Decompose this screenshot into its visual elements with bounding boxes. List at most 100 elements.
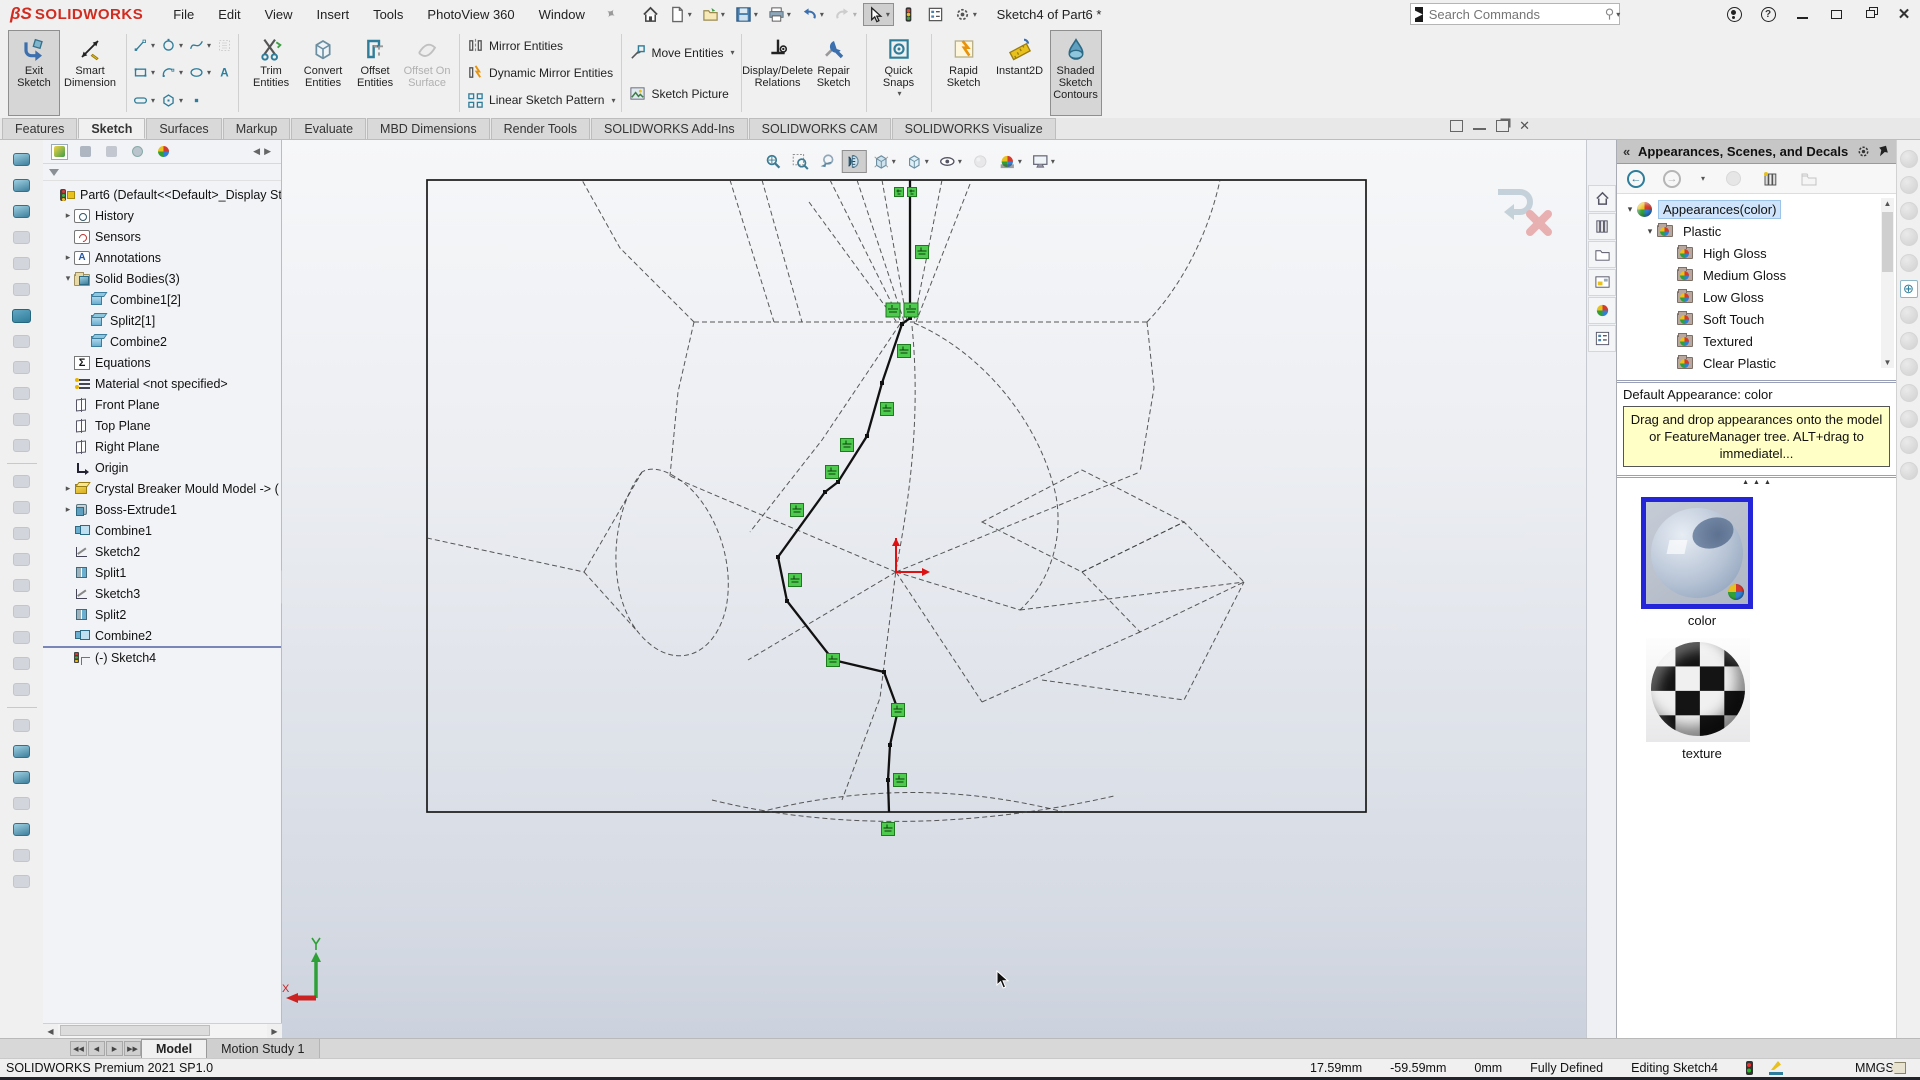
appearance-thumbnail-color[interactable]: color [1641,497,1896,628]
tab-model[interactable]: Model [141,1039,207,1058]
scroll-right-icon[interactable]: ▶ [267,1024,282,1038]
tab-display-manager[interactable] [155,144,172,160]
rebuild-icon[interactable] [896,3,921,26]
tab-feature-tree[interactable] [51,144,68,160]
expand-icon[interactable]: ▸ [62,483,74,494]
user-account-icon[interactable] [1726,6,1742,22]
appearance-tool-icon-11[interactable] [1900,410,1918,428]
tree-item-combine2[interactable]: Combine2 [43,331,281,352]
close-icon[interactable]: ✕ [1896,6,1912,22]
file-explorer-icon[interactable] [1588,241,1616,268]
tree-item-part6-default-default-display-sta[interactable]: Part6 (Default<<Default>_Display Sta [43,184,281,205]
tree-item-sketch3[interactable]: Sketch3 [43,583,281,604]
print-icon-caret[interactable]: ▾ [787,10,791,19]
options-list-icon[interactable] [923,3,948,26]
display-style-icon[interactable]: ▾ [902,150,933,173]
tree-item-sketch4[interactable]: (-) Sketch4 [43,646,281,667]
tree-item-split1[interactable]: Split1 [43,562,281,583]
expand-icon[interactable]: ▸ [62,504,74,515]
undo-icon[interactable]: ▾ [797,3,828,26]
tree-item-front-plane[interactable]: Front Plane [43,394,281,415]
dynamic-mirror-button[interactable]: Dynamic Mirror Entities [466,64,615,82]
home-icon[interactable] [638,3,663,26]
convert-entities-button[interactable]: Convert Entities [297,30,349,116]
search-icon[interactable]: ⚲ [1605,6,1615,22]
settings-gear-icon[interactable]: ▾ [950,3,981,26]
tab-dimxpert-manager[interactable] [129,144,146,160]
search-caret-icon[interactable]: ▾ [1616,10,1620,19]
minimize-icon[interactable] [1794,6,1810,22]
graphics-viewport[interactable]: X ▾▾▾▾▾ [282,140,1586,1038]
scroll-down-icon[interactable]: ▼ [1881,358,1894,367]
expand-icon[interactable]: ▸ [62,252,74,263]
appearance-tool-icon-9[interactable] [1900,358,1918,376]
hide-show-items-icon[interactable]: ▾ [935,150,966,173]
open-library-icon[interactable] [1761,169,1781,189]
tree-item-split2[interactable]: Split2 [43,604,281,625]
tree-item-right-plane[interactable]: Right Plane [43,436,281,457]
first-tab-icon[interactable]: ◀◀ [70,1041,87,1056]
view-settings-icon[interactable]: ▾ [1028,150,1059,173]
appearance-tool-icon-8[interactable] [1900,332,1918,350]
tree-tab-scroll-arrows[interactable]: ◀▶ [253,146,275,157]
appearance-item-medium-gloss[interactable]: Medium Gloss [1617,264,1896,286]
apply-scene-icon[interactable]: ▾ [995,150,1026,173]
trim-entities-button[interactable]: Trim Entities [245,30,297,116]
rapid-sketch-button[interactable]: Rapid Sketch [938,30,990,116]
tab-solidworks-add-ins[interactable]: SOLIDWORKS Add-Ins [591,118,748,139]
tab-render-tools[interactable]: Render Tools [491,118,590,139]
appearance-tool-icon-5[interactable] [1900,254,1918,272]
appearance-item-clear-plastic[interactable]: Clear Plastic [1617,352,1896,374]
view-settings-icon-caret[interactable]: ▾ [1051,157,1055,166]
undo-icon-caret[interactable]: ▾ [820,10,824,19]
appearances-scenes-icon[interactable] [1588,297,1616,324]
sketch-rectangle-icon[interactable]: ▾ [131,59,157,86]
expand-icon[interactable]: ▾ [1623,204,1637,215]
select-icon-caret[interactable]: ▾ [886,10,890,19]
sketch-canvas[interactable]: X [282,140,1586,1038]
cascade-windows-icon[interactable] [1862,6,1878,22]
display-delete-relations-button[interactable]: Display/Delete Relations [748,30,808,116]
apply-scene-icon-caret[interactable]: ▾ [1018,157,1022,166]
tree-item-sketch2[interactable]: Sketch2 [43,541,281,562]
new-document-icon[interactable]: ▾ [665,3,696,26]
move-entities-caret-icon[interactable]: ▾ [731,48,735,57]
offset-entities-button[interactable]: Offset Entities [349,30,401,116]
lofted-surface-icon[interactable] [9,200,35,223]
zoom-fit-icon[interactable] [761,150,786,173]
tab-features[interactable]: Features [2,118,77,139]
tab-markup[interactable]: Markup [223,118,291,139]
appearance-thumbnail-texture[interactable]: texture [1641,638,1896,761]
appearance-tool-icon-4[interactable] [1900,228,1918,246]
sketch-tool-icon[interactable] [9,818,35,841]
view-palette-icon[interactable] [1588,269,1616,296]
zoom-area-icon[interactable] [788,150,813,173]
tab-evaluate[interactable]: Evaluate [291,118,366,139]
appearances-scrollbar[interactable]: ▲ ▼ [1881,198,1894,368]
shaded-sketch-contours-button[interactable]: Shaded Sketch Contours [1050,30,1102,116]
prev-tab-icon[interactable]: ◀ [88,1041,105,1056]
previous-view-icon[interactable] [815,150,840,173]
repair-sketch-button[interactable]: Repair Sketch [808,30,860,116]
restore-icon[interactable] [1828,6,1844,22]
quick-snaps-button[interactable]: Quick Snaps ▾ [873,30,925,116]
tab-solidworks-visualize[interactable]: SOLIDWORKS Visualize [892,118,1056,139]
scroll-thumb[interactable] [60,1025,210,1036]
back-icon[interactable]: ← [1627,170,1645,188]
menu-edit[interactable]: Edit [206,2,252,27]
exit-sketch-button[interactable]: Exit Sketch [8,30,60,116]
quick-snaps-caret-icon[interactable]: ▾ [898,89,902,98]
display-style-icon-caret[interactable]: ▾ [925,157,929,166]
tree-item-history[interactable]: ▸History [43,205,281,226]
task-pane-gear-icon[interactable] [1856,144,1871,159]
tree-horizontal-scrollbar[interactable]: ◀ ▶ [43,1023,282,1038]
sketch-picture-button[interactable]: Sketch Picture [628,85,734,103]
section-view-icon[interactable] [842,150,867,173]
instant2d-button[interactable]: Instant2D [990,30,1050,116]
tree-filter-row[interactable] [43,164,281,181]
expand-icon[interactable]: ▾ [62,273,74,284]
appearance-item-appearances-color-[interactable]: ▾Appearances(color) [1617,198,1896,220]
tree-item-split2-1[interactable]: Split2[1] [43,310,281,331]
menu-file[interactable]: File [161,2,206,27]
reference-geometry-icon[interactable] [9,740,35,763]
